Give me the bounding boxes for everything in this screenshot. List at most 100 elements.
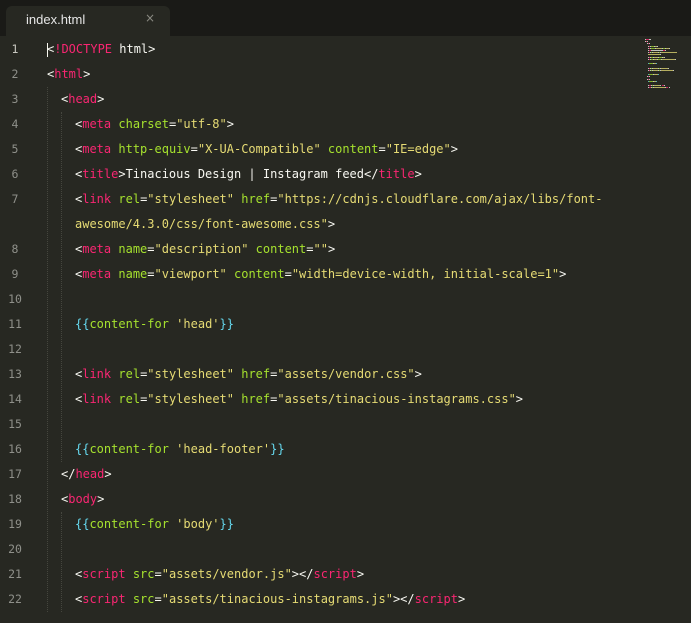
code-line[interactable]: <link rel="stylesheet" href="https://cdn…	[75, 187, 602, 212]
code-editor[interactable]: 1 2 3 4 5 6 7 8 9 10 11 12 13 14 15 16 17 18 19 20 21 22 <!DO…	[0, 37, 691, 623]
line-number: 17	[8, 467, 22, 481]
indent-guide	[47, 87, 48, 612]
code-line[interactable]: awesome/4.3.0/css/font-awesome.css">	[75, 212, 335, 237]
code-token: ""	[313, 242, 328, 256]
code-token: href	[241, 392, 271, 406]
code-token: "stylesheet"	[147, 192, 234, 206]
code-token: >	[559, 267, 567, 281]
code-line[interactable]: <body>	[61, 487, 104, 512]
code-area[interactable]: <!DOCTYPE html> <html> <head> <meta charset…	[47, 37, 647, 623]
code-line[interactable]: <script src="assets/vendor.js"></script>	[75, 562, 364, 587]
code-token: =	[284, 267, 292, 281]
code-line[interactable]: <html>	[47, 62, 90, 87]
code-token: content	[327, 142, 379, 156]
code-token: "assets/vendor.css"	[277, 367, 415, 381]
code-line[interactable]: </head>	[61, 462, 112, 487]
minimap-stroke	[658, 74, 660, 76]
code-line[interactable]: <title>Tinacious Design | Instagram feed…	[75, 162, 422, 187]
code-token: awesome/4.3.0/css/font-awesome.css"	[75, 217, 328, 231]
code-token: head	[75, 467, 105, 481]
minimap-stroke	[672, 69, 674, 71]
code-line[interactable]: <head>	[61, 87, 104, 112]
code-token: content	[234, 267, 285, 281]
minimap-stroke	[647, 41, 649, 43]
code-token: =	[154, 592, 162, 606]
code-token: {{	[75, 317, 90, 331]
line-number: 12	[8, 342, 22, 356]
minimap-stroke	[661, 58, 675, 60]
code-token: "description"	[154, 242, 249, 256]
code-token: title	[82, 167, 119, 181]
code-line[interactable]: {{content-for 'body'}}	[75, 512, 234, 537]
code-token: href	[241, 367, 271, 381]
minimap-stroke	[648, 78, 650, 80]
code-line[interactable]: <meta http-equiv="X-UA-Compatible" conte…	[75, 137, 458, 162]
minimap-stroke	[654, 87, 666, 89]
line-number: 2	[11, 67, 19, 81]
code-line[interactable]: <link rel="stylesheet" href="assets/vend…	[75, 362, 422, 387]
minimap-stroke	[661, 67, 668, 69]
line-number: 1	[11, 42, 19, 56]
line-number: 13	[8, 367, 22, 381]
minimap[interactable]	[645, 37, 685, 97]
code-token: >	[450, 142, 458, 156]
line-number: 18	[8, 492, 22, 506]
code-token: "width=device-width, initial-scale=1"	[291, 267, 560, 281]
code-token: script	[82, 592, 126, 606]
minimap-stroke	[660, 54, 662, 56]
code-line[interactable]: <!DOCTYPE html>	[47, 37, 155, 62]
line-number: 9	[11, 267, 19, 281]
tab-label: index.html	[26, 12, 86, 27]
code-token: }}	[219, 517, 234, 531]
code-token: html	[54, 67, 84, 81]
minimap-stroke	[663, 85, 665, 87]
code-line[interactable]: <meta name="description" content="">	[75, 237, 335, 262]
line-number: 22	[8, 592, 22, 606]
code-token: =	[190, 142, 198, 156]
code-token: link	[82, 392, 112, 406]
code-token: meta	[82, 242, 112, 256]
code-token: script	[414, 592, 458, 606]
close-icon[interactable]: ×	[145, 11, 155, 25]
code-token: =	[154, 567, 162, 581]
code-line[interactable]: {{content-for 'head'}}	[75, 312, 234, 337]
code-token: </	[61, 467, 76, 481]
minimap-stroke	[655, 63, 657, 65]
tab-index-html[interactable]: index.html ×	[6, 6, 170, 36]
code-token: http-equiv	[118, 142, 191, 156]
code-line[interactable]: {{content-for 'head-footer'}}	[75, 437, 285, 462]
code-token: }}	[270, 442, 285, 456]
code-token: content	[255, 242, 307, 256]
minimap-stroke	[648, 39, 651, 40]
code-token: >	[226, 117, 234, 131]
code-token: meta	[82, 142, 112, 156]
code-token: >	[356, 567, 365, 581]
code-token: 'head-footer'	[176, 442, 271, 456]
code-line[interactable]: <link rel="stylesheet" href="assets/tina…	[75, 387, 523, 412]
code-token: >	[97, 492, 105, 506]
code-token: }}	[219, 317, 234, 331]
code-token: meta	[82, 267, 112, 281]
code-token: meta	[82, 117, 112, 131]
line-number: 11	[8, 317, 22, 331]
minimap-stroke	[661, 52, 677, 54]
code-token: content-for	[89, 317, 169, 331]
code-token: html>	[112, 42, 156, 56]
code-line[interactable]: <script src="assets/tinacious-instagrams…	[75, 587, 465, 612]
code-token: =	[147, 267, 155, 281]
code-token: >	[104, 467, 112, 481]
code-token: rel	[118, 392, 141, 406]
code-token: >	[83, 67, 91, 81]
code-line[interactable]: <meta charset="utf-8">	[75, 112, 234, 137]
code-line[interactable]: <meta name="viewport" content="width=dev…	[75, 262, 566, 287]
minimap-stroke	[674, 58, 676, 60]
code-token: >	[414, 167, 422, 181]
code-token: !DOCTYPE	[54, 42, 113, 56]
code-token: {{	[75, 442, 90, 456]
line-number: 4	[11, 117, 19, 131]
code-token: body	[68, 492, 98, 506]
code-token: "stylesheet"	[147, 367, 234, 381]
